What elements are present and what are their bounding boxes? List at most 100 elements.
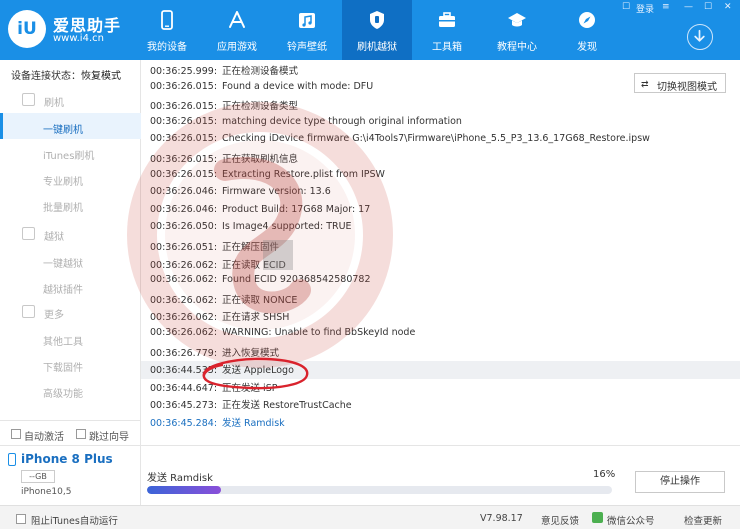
wechat-link[interactable]: 微信公众号: [607, 513, 655, 527]
log-message: 正在读取 ECID: [222, 259, 286, 271]
device-connection-status: 设备连接状态：恢复模式: [11, 67, 121, 82]
sidebar-item-download-firmware[interactable]: 下载固件: [0, 351, 141, 377]
nav-tutorials[interactable]: 教程中心: [482, 0, 552, 60]
compass-icon: [577, 10, 597, 30]
log-message: 正在请求 SHSH: [222, 312, 290, 324]
log-line: 00:36:45.284: 发送 Ramdisk: [150, 415, 285, 432]
switch-view-label: 切换视图模式: [657, 82, 717, 93]
log-message: Firmware version: 13.6: [222, 186, 331, 198]
log-line: 00:36:44.647: 正在发送 iSP: [150, 380, 277, 397]
log-line: 00:36:26.015: Found a device with mode: D…: [150, 81, 373, 98]
top-header: iU 爱思助手 www.i4.cn 我的设备 应用游戏 铃声壁纸 刷机越狱 工具…: [0, 0, 740, 60]
log-timestamp: 00:36:44.535:: [150, 365, 218, 377]
sidebar-options: 自动激活 跳过向导: [0, 420, 141, 445]
sidebar-item-batch-flash[interactable]: 批量刷机: [0, 191, 141, 217]
sidebar-item-advanced[interactable]: 高级功能: [0, 377, 141, 403]
log-message: 正在发送 RestoreTrustCache: [222, 400, 352, 412]
item-label: 批量刷机: [43, 203, 83, 214]
log-message: Extracting Restore.plist from IPSW: [222, 168, 385, 180]
sidebar-item-itunes-flash[interactable]: iTunes刷机: [0, 139, 141, 165]
nav-ringtones-wallpapers[interactable]: 铃声壁纸: [272, 0, 342, 60]
menu-icon[interactable]: ≡: [662, 2, 670, 12]
nav-apps-games[interactable]: 应用游戏: [202, 0, 272, 60]
download-button[interactable]: [687, 24, 713, 50]
switch-view-button[interactable]: ⇄ 切换视图模式: [634, 73, 726, 93]
toolbox-icon: [437, 10, 457, 30]
log-timestamp: 00:36:25.999:: [150, 66, 218, 77]
sidebar-item-one-click-jailbreak[interactable]: 一键越狱: [0, 247, 141, 273]
log-timestamp: 00:36:26.015:: [150, 133, 218, 145]
nav-my-device[interactable]: 我的设备: [132, 0, 202, 60]
log-message: 正在获取刷机信息: [222, 154, 299, 165]
log-line: 00:36:26.046: Firmware version: 13.6: [150, 186, 331, 203]
check-update-link[interactable]: 检查更新: [684, 513, 722, 527]
sidebar-item-one-click-flash[interactable]: 一键刷机: [0, 113, 141, 139]
log-line: 00:36:26.051: 正在解压固件: [150, 239, 279, 256]
log-line: 00:36:44.535: 发送 AppleLogo: [150, 362, 294, 379]
log-timestamp: 00:36:26.015:: [150, 101, 218, 113]
nav-label: 刷机越狱: [357, 42, 397, 53]
log-line: 00:36:26.062: 正在读取 ECID: [150, 257, 286, 274]
log-line: 00:36:26.062: Found ECID 920368542580782: [150, 274, 371, 291]
log-timestamp: 00:36:26.779:: [150, 347, 218, 359]
progress-fill: [147, 486, 222, 494]
minimize-icon[interactable]: —: [684, 2, 693, 12]
sidebar-item-pro-flash[interactable]: 专业刷机: [0, 165, 141, 191]
sidebar-group-jailbreak[interactable]: 越狱: [0, 222, 141, 246]
log-message: 正在检测设备模式: [222, 66, 299, 77]
log-message: 正在解压固件: [222, 242, 280, 253]
nav-flash-jailbreak[interactable]: 刷机越狱: [342, 0, 412, 60]
close-icon[interactable]: ✕: [724, 2, 732, 12]
device-model: iPhone10,5: [21, 487, 72, 497]
group-label: 刷机: [44, 98, 64, 109]
app-logo: iU 爱思助手 www.i4.cn: [8, 8, 143, 52]
sidebar-item-other-tools[interactable]: 其他工具: [0, 325, 141, 351]
item-label: 一键刷机: [43, 125, 83, 136]
flash-icon: [22, 93, 35, 106]
music-icon: [297, 10, 317, 30]
sidebar-group-more[interactable]: 更多: [0, 300, 141, 324]
block-itunes-label: 阻止iTunes自动运行: [31, 516, 118, 527]
log-message: Product Build: 17G68 Major: 17: [222, 203, 371, 215]
group-label: 越狱: [44, 232, 64, 243]
log-timestamp: 00:36:26.062:: [150, 274, 218, 286]
app-store-icon: [227, 10, 247, 30]
skip-guide-checkbox[interactable]: [76, 429, 86, 439]
device-capacity: --GB: [21, 470, 55, 483]
log-line: 00:36:26.779: 进入恢复模式: [150, 345, 279, 362]
feedback-link[interactable]: 意见反馈: [541, 513, 579, 527]
item-label: iTunes刷机: [43, 151, 95, 162]
group-label: 更多: [44, 310, 64, 321]
sidebar-group-flash[interactable]: 刷机: [0, 88, 141, 112]
nav-discover[interactable]: 发现: [552, 0, 622, 60]
nav-label: 铃声壁纸: [287, 42, 327, 53]
sidebar-item-jailbreak-plugins[interactable]: 越狱插件: [0, 273, 141, 299]
login-link[interactable]: 登录: [636, 2, 654, 15]
stop-operation-button[interactable]: 停止操作: [635, 471, 725, 493]
log-message: WARNING: Unable to find BbSkeyId node: [222, 327, 416, 338]
active-indicator: [0, 113, 3, 139]
log-line: 00:36:45.273: 正在发送 RestoreTrustCache: [150, 397, 352, 414]
nav-toolbox[interactable]: 工具箱: [412, 0, 482, 60]
progress-panel: 发送 Ramdisk 16% 停止操作: [141, 445, 740, 505]
log-line: 00:36:26.015: Checking iDevice firmware G…: [150, 133, 650, 150]
log-line: 00:36:26.015: 正在获取刷机信息: [150, 151, 298, 168]
user-icon[interactable]: ☐: [622, 2, 630, 12]
block-itunes-checkbox[interactable]: [16, 514, 26, 524]
log-timestamp: 00:36:26.051:: [150, 242, 218, 253]
graduation-cap-icon: [507, 10, 527, 30]
log-area[interactable]: 00:36:25.999: 正在检测设备模式 00:36:26.015: Found …: [141, 60, 740, 445]
log-message: Found ECID 920368542580782: [222, 274, 371, 286]
device-panel[interactable]: iPhone 8 Plus --GB iPhone10,5: [0, 445, 141, 505]
item-label: 专业刷机: [43, 177, 83, 188]
log-line: 00:36:26.062: 正在请求 SHSH: [150, 309, 289, 326]
auto-activate-checkbox[interactable]: [11, 429, 21, 439]
item-label: 一键越狱: [43, 259, 83, 270]
log-timestamp: 00:36:45.273:: [150, 400, 218, 412]
log-message: Found a device with mode: DFU: [222, 80, 374, 92]
progress-label: 发送 Ramdisk: [147, 473, 213, 484]
shield-icon: [367, 10, 387, 30]
maximize-icon[interactable]: ☐: [704, 2, 712, 12]
device-name: iPhone 8 Plus: [21, 452, 113, 466]
nav-label: 应用游戏: [217, 42, 257, 53]
